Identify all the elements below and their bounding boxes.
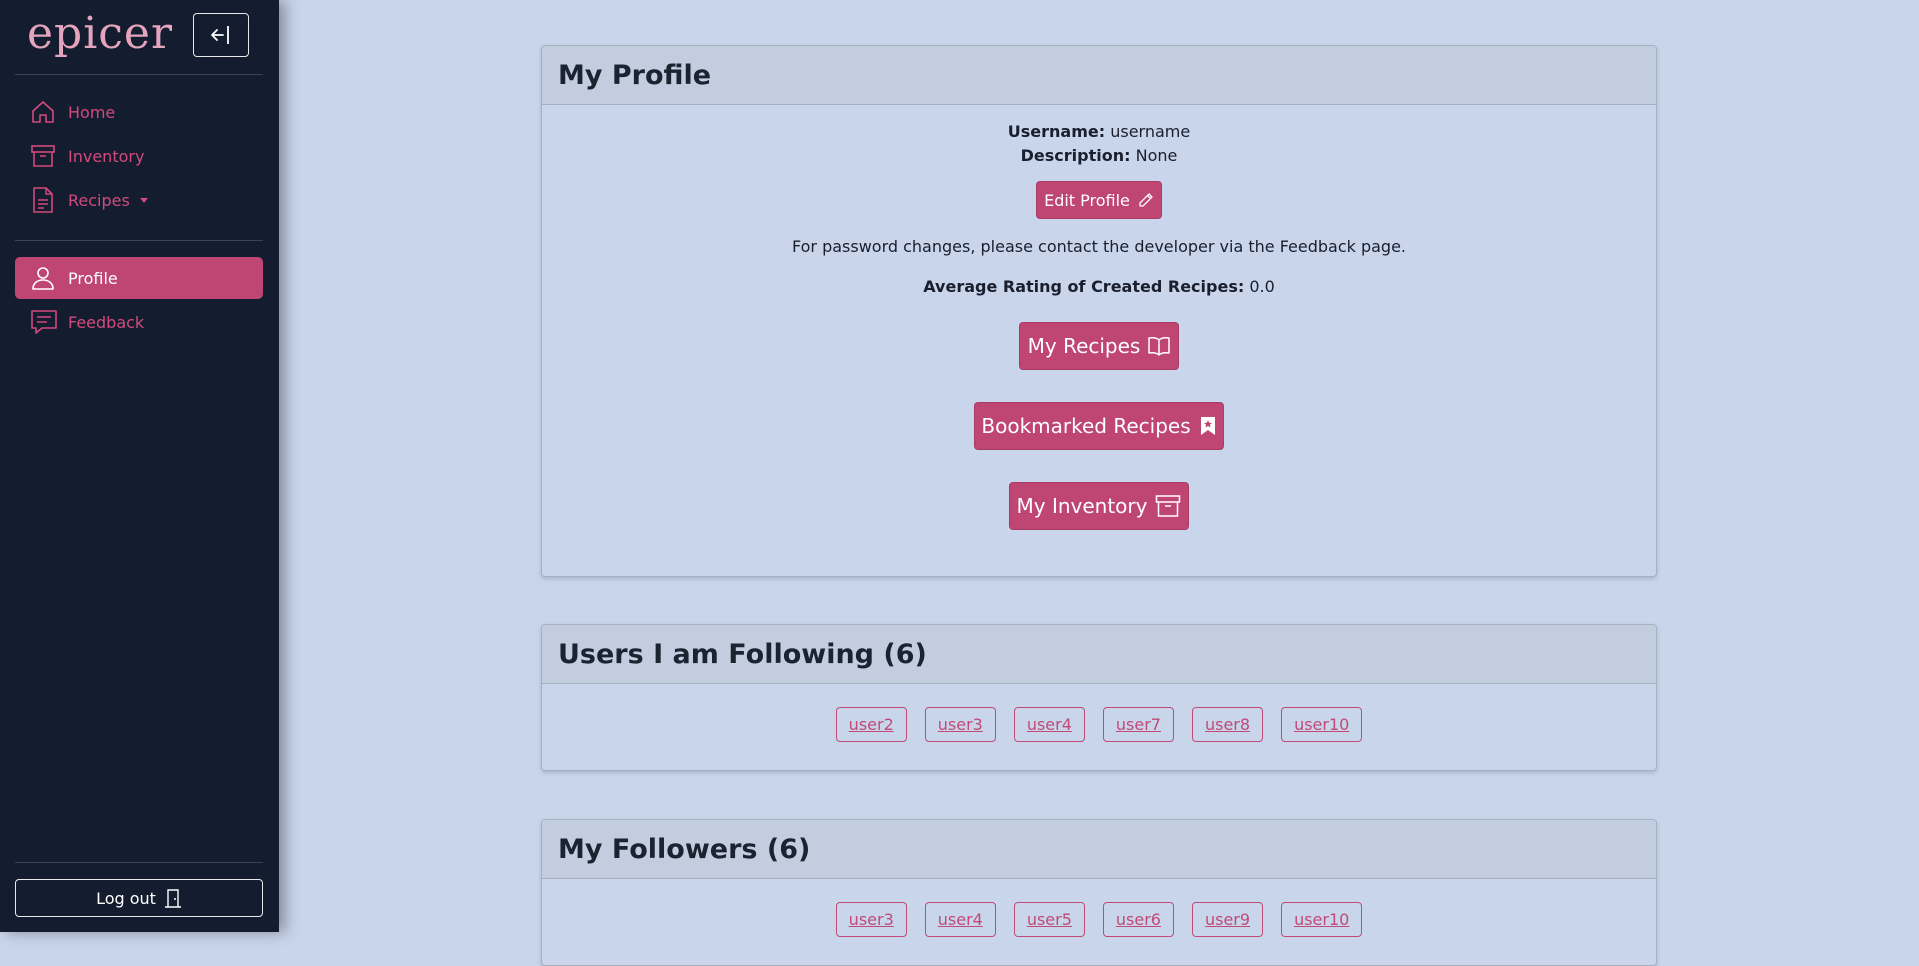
username-row: Username: username xyxy=(542,120,1656,144)
following-card: Users I am Following (6) user2 user3 user4… xyxy=(541,624,1657,771)
profile-card-body: Username: username Description: None Edi… xyxy=(542,105,1656,530)
following-user-link[interactable]: user8 xyxy=(1191,707,1264,742)
sidebar-divider xyxy=(15,74,263,75)
following-user-link[interactable]: user3 xyxy=(924,707,996,742)
bookmark-icon xyxy=(1200,417,1215,435)
document-icon xyxy=(30,186,58,214)
following-user-link[interactable]: user2 xyxy=(835,707,907,742)
sidebar-item-label: Profile xyxy=(68,268,118,288)
archive-icon xyxy=(1156,495,1181,517)
profile-card-title: My Profile xyxy=(542,46,1656,105)
sidebar-header: epicer xyxy=(0,0,279,74)
username-value: username xyxy=(1110,122,1191,141)
following-list: user2 user3 user4 user7 user8 user10 xyxy=(542,684,1656,742)
sidebar-item-recipes[interactable]: Recipes xyxy=(15,179,263,221)
edit-profile-label: Edit Profile xyxy=(1044,190,1130,210)
edit-profile-button[interactable]: Edit Profile xyxy=(1036,181,1162,219)
username-label: Username: xyxy=(1007,122,1106,141)
profile-card: My Profile Username: username Descriptio… xyxy=(541,45,1657,577)
sidebar-divider xyxy=(15,240,263,241)
logout-button[interactable]: Log out xyxy=(15,879,263,917)
sidebar-item-label: Home xyxy=(68,102,116,122)
book-open-icon xyxy=(1148,337,1171,356)
logout-label: Log out xyxy=(96,888,156,908)
collapse-sidebar-button[interactable] xyxy=(193,13,249,57)
user-icon xyxy=(30,264,58,292)
followers-card: My Followers (6) user3 user4 user5 user6 use… xyxy=(541,819,1657,966)
sidebar-item-label: Feedback xyxy=(68,312,145,332)
my-recipes-button[interactable]: My Recipes xyxy=(1019,322,1179,370)
archive-icon xyxy=(30,142,58,170)
description-label: Description: xyxy=(1020,146,1131,165)
caret-down-icon xyxy=(139,197,148,203)
followers-list: user3 user4 user5 user6 user9 user10 xyxy=(542,879,1656,937)
home-icon xyxy=(30,98,58,126)
sidebar-item-inventory[interactable]: Inventory xyxy=(15,135,263,177)
sidebar-item-feedback[interactable]: Feedback xyxy=(15,301,263,343)
sidebar-item-home[interactable]: Home xyxy=(15,91,263,133)
bookmarked-recipes-label: Bookmarked Recipes xyxy=(981,414,1191,438)
my-inventory-label: My Inventory xyxy=(1016,494,1148,518)
my-inventory-button[interactable]: My Inventory xyxy=(1009,482,1189,530)
rating-label: Average Rating of Created Recipes: xyxy=(923,277,1245,296)
sidebar-item-label: Inventory xyxy=(68,146,145,166)
door-icon xyxy=(164,889,181,908)
chat-icon xyxy=(30,308,58,336)
sidebar-divider xyxy=(15,862,263,863)
following-card-title: Users I am Following (6) xyxy=(542,625,1656,684)
description-row: Description: None xyxy=(542,144,1656,168)
sidebar-item-profile[interactable]: Profile xyxy=(15,257,263,299)
following-user-link[interactable]: user4 xyxy=(1013,707,1085,742)
description-value: None xyxy=(1135,146,1178,165)
password-note: For password changes, please contact the… xyxy=(791,237,1407,256)
rating-value: 0.0 xyxy=(1249,277,1275,296)
arrow-left-bar-icon xyxy=(211,26,229,44)
following-user-link[interactable]: user10 xyxy=(1281,707,1363,742)
following-user-link[interactable]: user7 xyxy=(1102,707,1174,742)
my-recipes-label: My Recipes xyxy=(1027,334,1141,358)
sidebar: epicer Home Inventory Recipes Profile Fe… xyxy=(0,0,279,932)
sidebar-item-label: Recipes xyxy=(68,190,130,210)
logo: epicer xyxy=(27,8,173,59)
followers-card-title: My Followers (6) xyxy=(542,820,1656,879)
bookmarked-recipes-button[interactable]: Bookmarked Recipes xyxy=(974,402,1224,450)
pencil-icon xyxy=(1139,193,1153,207)
rating-row: Average Rating of Created Recipes: 0.0 xyxy=(542,275,1656,299)
